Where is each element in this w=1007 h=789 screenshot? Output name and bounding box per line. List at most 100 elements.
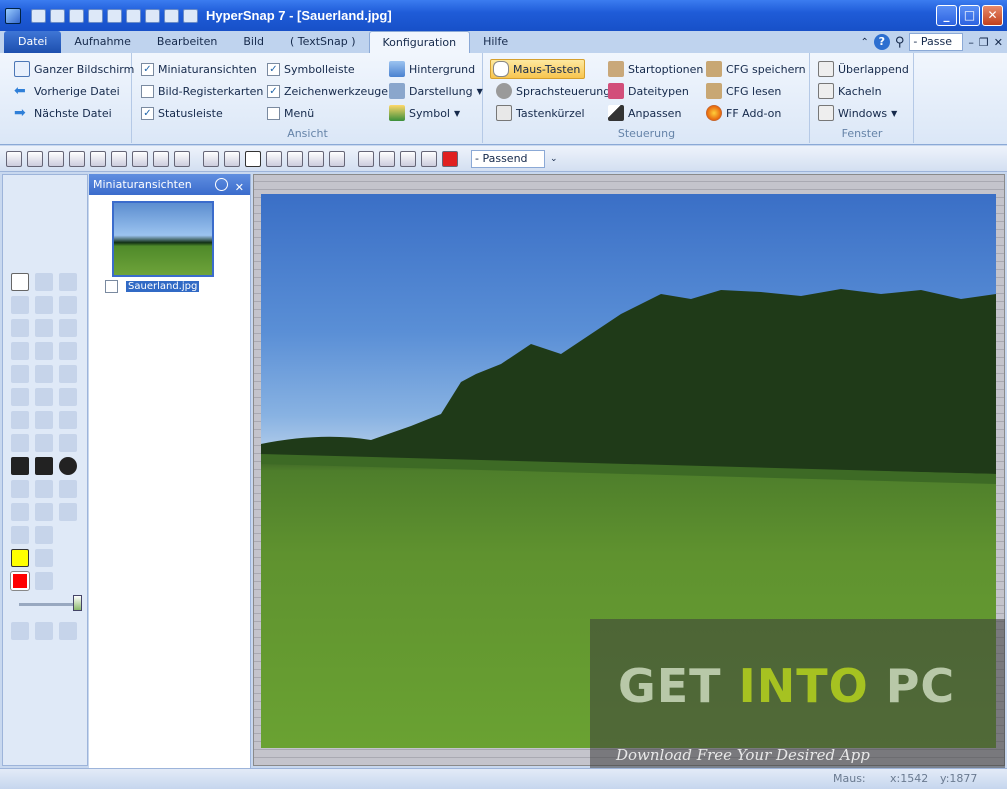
delete-icon[interactable]	[11, 319, 29, 337]
tile-button[interactable]: Kacheln	[818, 82, 882, 100]
checkbox-drawtools[interactable]: ✓ Zeichenwerkzeuge	[267, 82, 388, 100]
region-capture-icon[interactable]	[308, 150, 324, 167]
paste-icon[interactable]	[203, 150, 219, 167]
capture-icon[interactable]	[132, 150, 148, 167]
tools-icon[interactable]	[224, 150, 240, 167]
screen-capture-icon[interactable]	[266, 150, 282, 167]
pencil-icon[interactable]	[35, 388, 53, 406]
customize-button[interactable]: Anpassen	[608, 104, 681, 122]
lasso-icon[interactable]	[11, 365, 29, 383]
checkbox-image-tabs[interactable]: Bild-Registerkarten	[141, 82, 263, 100]
print-icon[interactable]	[174, 150, 190, 167]
tab-textsnap[interactable]: ( TextSnap )	[277, 31, 369, 53]
highlight-icon[interactable]	[59, 365, 77, 383]
undo-icon[interactable]	[35, 319, 53, 337]
edit-tool-icon[interactable]	[59, 273, 77, 291]
effects-icon[interactable]	[35, 622, 53, 640]
new-file-icon[interactable]	[6, 150, 22, 167]
checkbox-symbolbar[interactable]: ✓ Symbolleiste	[267, 60, 355, 78]
thumbnail-image[interactable]	[112, 201, 214, 277]
resize-icon[interactable]	[400, 150, 416, 167]
ribbon-restore-button[interactable]: ❐	[979, 36, 989, 49]
save-icon[interactable]	[69, 150, 85, 167]
background-button[interactable]: Hintergrund	[389, 60, 475, 78]
open-folder-icon[interactable]	[27, 150, 43, 167]
shortcuts-button[interactable]: Tastenkürzel	[496, 104, 585, 122]
delete-icon[interactable]	[145, 8, 160, 23]
filled-polygon-icon[interactable]	[59, 411, 77, 429]
tab-datei[interactable]: Datei	[4, 31, 62, 53]
checkbox-menu[interactable]: Menü	[267, 104, 314, 122]
undo-icon[interactable]	[164, 8, 179, 23]
line-width-icon[interactable]	[35, 549, 53, 567]
symbol-dropdown[interactable]: Symbol ▼	[389, 104, 460, 122]
thumbnail-checkbox[interactable]	[105, 280, 118, 293]
upload-icon[interactable]	[88, 8, 103, 23]
marker-icon[interactable]	[59, 503, 77, 521]
pen-icon[interactable]	[245, 150, 261, 167]
polygon-icon[interactable]	[35, 411, 53, 429]
new-icon[interactable]	[31, 8, 46, 23]
paste-icon[interactable]	[59, 296, 77, 314]
transparency-slider-thumb[interactable]	[73, 595, 82, 611]
eyedropper-icon[interactable]	[35, 365, 53, 383]
select-tool-icon[interactable]	[11, 273, 29, 291]
cfg-read-button[interactable]: CFG lesen	[706, 82, 781, 100]
highlighter-icon[interactable]	[11, 549, 29, 567]
tab-bild[interactable]: Bild	[230, 31, 277, 53]
display-dropdown[interactable]: Darstellung ▼	[389, 82, 483, 100]
mouse-keys-button[interactable]: Maus-Tasten	[490, 59, 586, 79]
text-tool-icon[interactable]	[59, 388, 77, 406]
tab-bearbeiten[interactable]: Bearbeiten	[144, 31, 230, 53]
prev-file-button[interactable]: ⬅ Vorherige Datei	[14, 82, 120, 100]
open-icon[interactable]	[50, 8, 65, 23]
chevron-up-icon[interactable]: ⌃	[860, 37, 868, 48]
point-icon[interactable]	[11, 526, 29, 544]
rounded-rect-icon[interactable]	[35, 434, 53, 452]
cfg-save-button[interactable]: CFG speichern	[706, 60, 806, 78]
tab-aufnahme[interactable]: Aufnahme	[61, 31, 144, 53]
voice-control-button[interactable]: Sprachsteuerung	[496, 82, 610, 100]
help-icon[interactable]: ?	[873, 34, 890, 50]
polyline-icon[interactable]	[11, 411, 29, 429]
freehand-select-icon[interactable]	[35, 342, 53, 360]
line-icon[interactable]	[11, 388, 29, 406]
checkbox-statusbar[interactable]: ✓ Statusleiste	[141, 104, 223, 122]
ellipse-icon[interactable]	[59, 434, 77, 452]
rect-select-icon[interactable]	[11, 342, 29, 360]
window-capture-icon[interactable]	[287, 150, 303, 167]
brush-shape-icon[interactable]	[35, 572, 53, 590]
callout-icon[interactable]	[11, 503, 29, 521]
zoom-tool-icon[interactable]	[35, 273, 53, 291]
filled-rect-icon[interactable]	[11, 457, 29, 475]
redo-icon[interactable]	[59, 319, 77, 337]
close-icon[interactable]: ✕	[235, 177, 244, 198]
cut-icon[interactable]	[11, 296, 29, 314]
fit-select[interactable]: - Passend	[471, 149, 545, 168]
close-button[interactable]: ✕	[982, 5, 1003, 26]
export-icon[interactable]	[11, 622, 29, 640]
print-icon[interactable]	[107, 8, 122, 23]
scroll-capture-icon[interactable]	[329, 150, 345, 167]
windows-dropdown[interactable]: Windows ▼	[818, 104, 897, 122]
fill-bucket-icon[interactable]	[35, 480, 53, 498]
filled-rounded-icon[interactable]	[35, 457, 53, 475]
maximize-button[interactable]: □	[959, 5, 980, 26]
tab-konfiguration[interactable]: Konfiguration	[368, 31, 471, 53]
pin-icon[interactable]	[215, 178, 228, 191]
ribbon-close-button[interactable]: ✕	[994, 36, 1003, 49]
filled-ellipse-icon[interactable]	[59, 457, 77, 475]
startoptions-button[interactable]: Startoptionen	[608, 60, 703, 78]
checkbox-thumbnails[interactable]: ✓ Miniaturansichten	[141, 60, 257, 78]
browse-icon[interactable]	[48, 150, 64, 167]
copy-icon[interactable]	[126, 8, 141, 23]
chevron-down-icon[interactable]: ⌄	[550, 154, 558, 164]
search-icon[interactable]: ⚲	[895, 35, 905, 50]
redo-icon[interactable]	[183, 8, 198, 23]
stamp-icon[interactable]	[59, 342, 77, 360]
app-icon[interactable]	[5, 7, 21, 24]
scale-icon[interactable]	[421, 150, 437, 167]
arrow-tool-icon[interactable]	[35, 503, 53, 521]
color-icon[interactable]	[442, 150, 458, 167]
overlap-button[interactable]: Überlappend	[818, 60, 909, 78]
